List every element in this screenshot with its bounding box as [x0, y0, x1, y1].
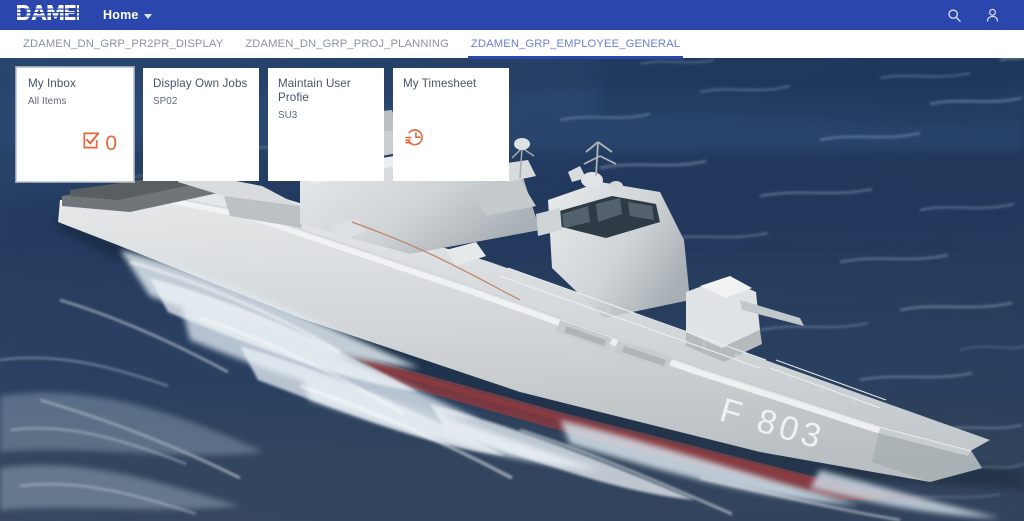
- tab-proj-planning[interactable]: ZDAMEN_DN_GRP_PROJ_PLANNING: [234, 30, 460, 58]
- tile-subtitle: All Items: [28, 96, 67, 107]
- chevron-down-icon: [143, 13, 152, 19]
- tile-kpi: [153, 153, 249, 173]
- tile-subtitle: SU3: [278, 110, 298, 121]
- tile-kpi: [403, 126, 499, 173]
- clock-history-icon: [404, 126, 426, 153]
- tile-title: My Timesheet: [403, 77, 477, 90]
- tab-label: ZDAMEN_DN_GRP_PROJ_PLANNING: [245, 38, 449, 50]
- tile-maintain-user-profile[interactable]: Maintain User Profie SU3: [268, 68, 384, 181]
- shell-bar: Home: [0, 0, 1024, 30]
- tile-my-timesheet[interactable]: My Timesheet: [393, 68, 509, 181]
- user-avatar-icon[interactable]: [982, 5, 1002, 25]
- tile-group: My Inbox All Items 0 Display Own Jobs SP…: [16, 67, 509, 182]
- tile-kpi: 0: [28, 131, 123, 173]
- tile-title: Display Own Jobs: [153, 77, 248, 90]
- home-menu-button[interactable]: Home: [99, 5, 156, 25]
- tile-title: My Inbox: [28, 77, 76, 90]
- tab-bar: ZDAMEN_DN_GRP_PR2PR_DISPLAY ZDAMEN_DN_GR…: [0, 30, 1024, 59]
- tile-kpi: [278, 153, 374, 173]
- tab-employee-general[interactable]: ZDAMEN_GRP_EMPLOYEE_GENERAL: [460, 30, 691, 59]
- shell-bar-actions: [944, 5, 1002, 25]
- tile-subtitle: SP02: [153, 96, 178, 107]
- tile-title: Maintain User Profie: [278, 77, 351, 104]
- tile-count: 0: [105, 131, 117, 155]
- checkbox-checked-icon: [81, 131, 100, 155]
- launchpad-page: F 803 Home ZDAMEN_DN_GRP_PR2PR_DISPLAY Z…: [0, 0, 1024, 521]
- home-menu-label: Home: [103, 8, 139, 22]
- tile-display-own-jobs[interactable]: Display Own Jobs SP02: [143, 68, 259, 181]
- damen-logo[interactable]: [17, 5, 79, 25]
- tab-label: ZDAMEN_GRP_EMPLOYEE_GENERAL: [470, 38, 681, 50]
- tile-my-inbox[interactable]: My Inbox All Items 0: [16, 67, 134, 182]
- tab-pr2pr-display[interactable]: ZDAMEN_DN_GRP_PR2PR_DISPLAY: [12, 30, 234, 58]
- tab-label: ZDAMEN_DN_GRP_PR2PR_DISPLAY: [23, 38, 224, 50]
- search-icon[interactable]: [944, 5, 964, 25]
